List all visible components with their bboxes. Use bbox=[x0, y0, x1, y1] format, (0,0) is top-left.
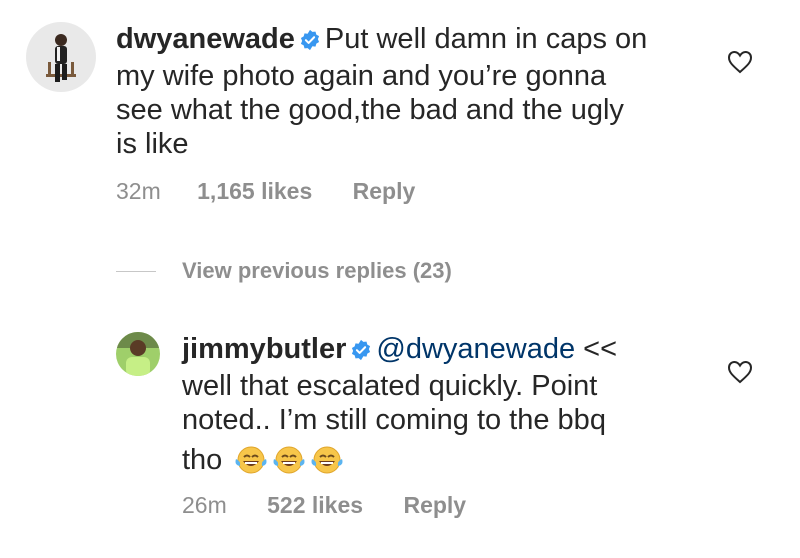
view-previous-replies-label: View previous replies (23) bbox=[182, 258, 452, 283]
comment-text-block: dwyanewade Put well damn in caps on my wi… bbox=[116, 22, 706, 161]
face-with-tears-of-joy-icon bbox=[272, 445, 306, 483]
comment-text-line: tho bbox=[182, 444, 223, 476]
comment-line-1: dwyanewade Put well damn in caps on bbox=[116, 22, 706, 59]
mention-link[interactable]: @dwyanewade bbox=[376, 333, 575, 365]
username[interactable]: dwyanewade bbox=[116, 23, 295, 55]
comment-text-line: is like bbox=[116, 128, 189, 160]
comment-text-block: jimmybutler @dwyanewade << well that esca… bbox=[182, 332, 722, 483]
comment-line-1: jimmybutler @dwyanewade << bbox=[182, 332, 722, 369]
reply-button[interactable]: Reply bbox=[403, 492, 466, 519]
timestamp: 26m bbox=[182, 492, 227, 518]
heart-outline-icon[interactable] bbox=[727, 360, 753, 389]
comment-text-line: << bbox=[583, 333, 618, 365]
likes-count[interactable]: 522 likes bbox=[267, 492, 363, 519]
comment-text-line: Put well damn in caps on bbox=[324, 23, 648, 55]
comment-text-line: well that escalated quickly. Point bbox=[182, 370, 598, 402]
divider-line bbox=[116, 270, 156, 272]
verified-badge-icon bbox=[350, 335, 372, 369]
likes-count[interactable]: 1,165 likes bbox=[197, 178, 312, 205]
profile-photo-icon bbox=[116, 332, 160, 376]
comment-line-4: tho bbox=[182, 443, 722, 483]
comment-meta: 32m 1,165 likes Reply bbox=[116, 178, 415, 205]
profile-photo-icon bbox=[26, 22, 96, 92]
heart-outline-icon[interactable] bbox=[727, 50, 753, 79]
avatar[interactable] bbox=[116, 332, 160, 376]
view-previous-replies-button[interactable]: View previous replies (23) bbox=[116, 256, 452, 286]
face-with-tears-of-joy-icon bbox=[310, 445, 344, 483]
comment-meta: 26m 522 likes Reply bbox=[182, 492, 466, 519]
comment-text-line: my wife photo again and you’re gonna bbox=[116, 60, 607, 92]
avatar[interactable] bbox=[26, 22, 96, 92]
comment-text-line: noted.. I’m still coming to the bbq bbox=[182, 404, 606, 436]
verified-badge-icon bbox=[299, 25, 321, 59]
reply-button[interactable]: Reply bbox=[353, 178, 416, 205]
timestamp: 32m bbox=[116, 178, 161, 204]
comment-text-line: see what the good,the bad and the ugly bbox=[116, 94, 624, 126]
username[interactable]: jimmybutler bbox=[182, 333, 346, 365]
face-with-tears-of-joy-icon bbox=[234, 445, 268, 483]
